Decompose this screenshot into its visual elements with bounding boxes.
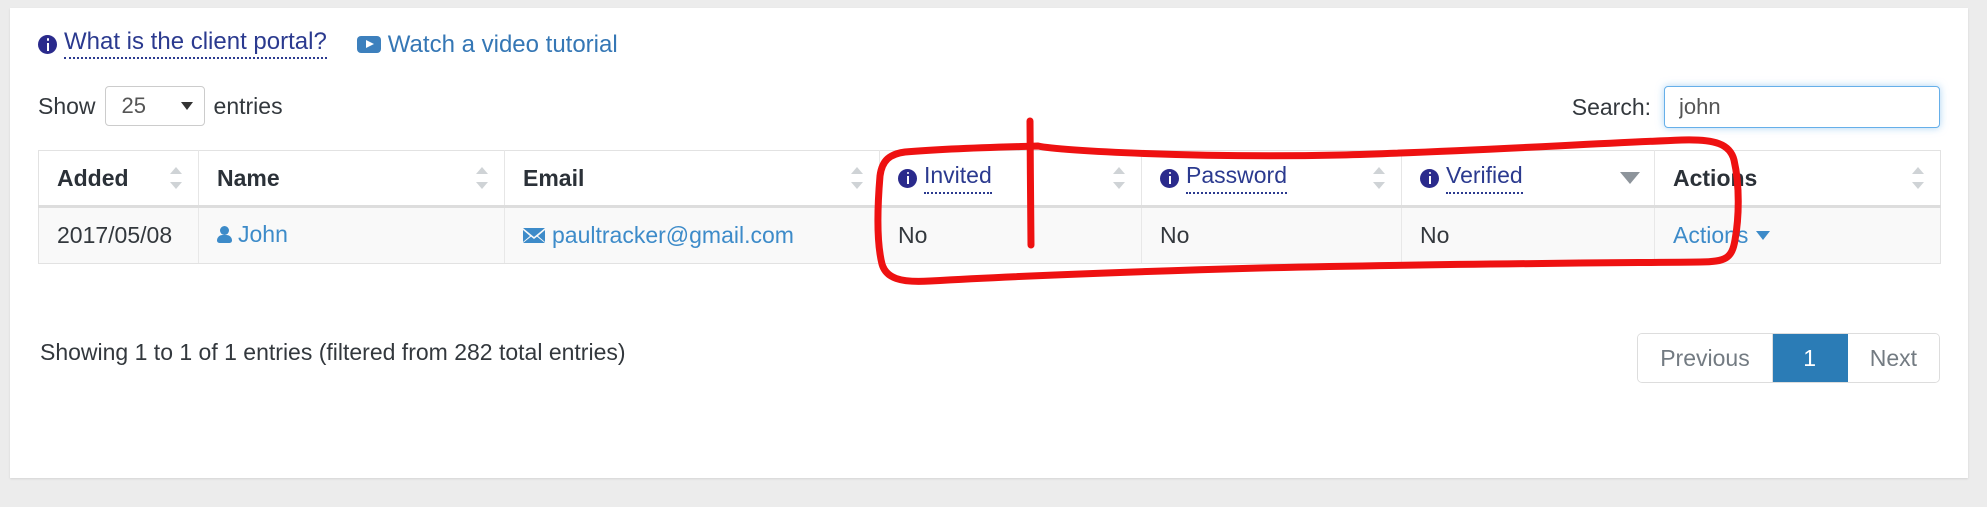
row-actions-label: Actions	[1673, 222, 1749, 248]
sort-both-icon	[851, 167, 863, 189]
pagination-next[interactable]: Next	[1847, 334, 1939, 382]
search-label: Search:	[1571, 93, 1651, 120]
column-header-added-label: Added	[57, 164, 129, 191]
page-length-select[interactable]: 25	[104, 86, 205, 126]
sort-both-icon	[1912, 167, 1924, 189]
help-links: What is the client portal? Watch a video…	[38, 30, 618, 59]
column-header-password-label: Password	[1186, 162, 1287, 194]
cell-verified: No	[1401, 206, 1655, 264]
cell-email: paultracker@gmail.com	[504, 206, 880, 264]
column-header-email[interactable]: Email	[504, 150, 880, 208]
cell-name: John	[198, 206, 505, 264]
video-tutorial-label: Watch a video tutorial	[387, 30, 618, 58]
client-portal-help-link[interactable]: What is the client portal?	[38, 30, 327, 59]
cell-password: No	[1141, 206, 1402, 264]
table-head: Added Name Email Invited Password Verifi…	[38, 150, 1941, 208]
page-length-group: Show 25 entries	[38, 86, 283, 126]
info-icon	[38, 35, 57, 54]
data-table-wrapper: Added Name Email Invited Password Verifi…	[38, 150, 1941, 264]
info-icon[interactable]	[1420, 168, 1439, 188]
column-header-verified[interactable]: Verified	[1401, 150, 1655, 208]
column-header-actions-label: Actions	[1673, 164, 1758, 191]
content-card: What is the client portal? Watch a video…	[10, 8, 1968, 478]
page-root: What is the client portal? Watch a video…	[0, 0, 1987, 507]
column-header-verified-label: Verified	[1446, 162, 1523, 194]
column-header-invited[interactable]: Invited	[879, 150, 1142, 208]
pagination: Previous 1 Next	[1637, 333, 1940, 383]
column-header-name-label: Name	[217, 164, 280, 191]
user-icon	[217, 225, 232, 244]
info-icon[interactable]	[898, 168, 917, 188]
page-length-value: 25	[121, 93, 147, 118]
column-header-added[interactable]: Added	[38, 150, 199, 208]
show-label: Show	[38, 92, 96, 119]
table-footer: Showing 1 to 1 of 1 entries (filtered fr…	[38, 333, 1940, 383]
video-tutorial-link[interactable]: Watch a video tutorial	[356, 30, 618, 58]
column-header-password[interactable]: Password	[1141, 150, 1402, 208]
clients-table: Added Name Email Invited Password Verifi…	[38, 150, 1941, 264]
table-row: 2017/05/08 John paultracker@gmail.com No…	[38, 206, 1941, 264]
column-header-name[interactable]: Name	[198, 150, 505, 208]
chevron-down-icon	[180, 102, 193, 110]
sort-both-icon	[476, 167, 488, 189]
sort-both-icon	[170, 167, 182, 189]
video-play-icon	[356, 36, 381, 53]
pagination-previous[interactable]: Previous	[1638, 334, 1773, 382]
entries-label: entries	[213, 92, 283, 119]
pagination-page-1[interactable]: 1	[1772, 334, 1848, 382]
sort-both-icon	[1373, 167, 1385, 189]
client-email-label: paultracker@gmail.com	[552, 222, 794, 248]
cell-invited: No	[879, 206, 1142, 264]
table-body: 2017/05/08 John paultracker@gmail.com No…	[38, 206, 1941, 264]
table-header-row: Added Name Email Invited Password Verifi…	[38, 150, 1941, 208]
envelope-icon	[523, 228, 545, 243]
client-name-link[interactable]: John	[217, 221, 288, 248]
cell-actions: Actions	[1654, 206, 1941, 264]
chevron-down-icon	[1756, 231, 1771, 240]
column-header-actions[interactable]: Actions	[1654, 150, 1941, 208]
column-header-invited-label: Invited	[924, 162, 992, 194]
column-header-email-label: Email	[523, 164, 585, 191]
client-portal-help-label: What is the client portal?	[64, 30, 327, 59]
search-group: Search:	[1572, 86, 1940, 128]
cell-added: 2017/05/08	[38, 206, 199, 264]
client-name-label: John	[238, 221, 288, 248]
sort-both-icon	[1113, 167, 1125, 189]
client-email-link[interactable]: paultracker@gmail.com	[523, 222, 794, 249]
table-controls: Show 25 entries Search:	[38, 86, 1940, 128]
showing-entries-info: Showing 1 to 1 of 1 entries (filtered fr…	[40, 339, 626, 365]
search-input[interactable]	[1664, 86, 1940, 128]
info-icon[interactable]	[1160, 168, 1179, 188]
row-actions-dropdown[interactable]: Actions	[1673, 222, 1771, 249]
sort-descending-icon	[1620, 172, 1640, 184]
